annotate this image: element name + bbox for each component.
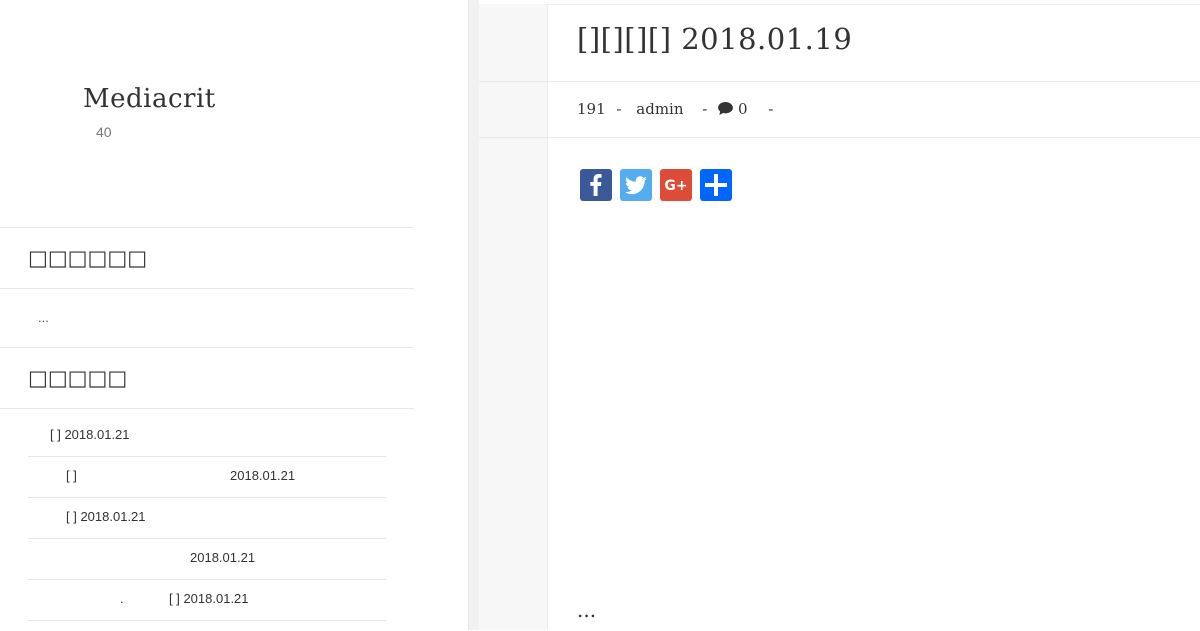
share-button[interactable]	[700, 169, 732, 201]
post-views: 191	[577, 100, 606, 118]
twitter-share-button[interactable]	[620, 169, 652, 201]
recent-post-link[interactable]: [ ] 2018.01.21	[66, 509, 146, 524]
widget-title-2: □□□□□	[28, 366, 128, 390]
sidebar: Mediacrit 40 □□□□□□ ... □□□□□ [ ] 2018.0…	[0, 0, 414, 630]
comment-count: 0	[737, 100, 748, 118]
recent-posts-list: [ ] 2018.01.21 [ ] 2018.01.21 [ ] 2018.0…	[28, 416, 386, 621]
list-item[interactable]: [ ] 2018.01.21	[28, 416, 386, 457]
google-plus-icon: G+	[664, 178, 687, 194]
divider	[479, 81, 1200, 82]
meta-separator: -	[768, 100, 774, 118]
column-gap	[469, 0, 479, 630]
recent-post-link[interactable]: .	[120, 591, 124, 606]
divider	[0, 347, 414, 348]
share-buttons: G+	[580, 169, 732, 201]
facebook-share-button[interactable]	[580, 169, 612, 201]
meta-separator: -	[616, 100, 622, 118]
list-item[interactable]: . [ ] 2018.01.21	[28, 580, 386, 621]
recent-post-link[interactable]: [ ] 2018.01.21	[50, 427, 130, 442]
comments-link[interactable]: 0	[718, 100, 758, 118]
post-meta: 191 - admin - 0 -	[577, 100, 779, 118]
site-title[interactable]: Mediacrit	[83, 84, 216, 114]
twitter-icon	[625, 176, 647, 195]
divider	[0, 408, 414, 409]
facebook-icon	[590, 174, 602, 196]
post-author[interactable]: admin	[636, 100, 683, 118]
recent-post-link[interactable]: [ ]	[66, 468, 77, 483]
divider	[0, 288, 414, 289]
comment-icon	[718, 102, 734, 115]
svg-text:G+: G+	[664, 178, 687, 194]
widget-1-ellipsis: ...	[38, 310, 49, 325]
divider	[479, 137, 1200, 138]
sidebar-gutter	[414, 0, 469, 630]
article-gutter	[479, 4, 548, 630]
plus-icon	[705, 174, 727, 196]
article	[479, 4, 1200, 631]
google-plus-share-button[interactable]: G+	[660, 169, 692, 201]
divider	[0, 227, 414, 228]
read-more-ellipsis: ...	[577, 598, 597, 622]
site-description: 40	[96, 124, 112, 140]
recent-post-date: [ ] 2018.01.21	[169, 591, 249, 606]
recent-post-link[interactable]: 2018.01.21	[190, 550, 255, 565]
list-item[interactable]: [ ] 2018.01.21	[28, 498, 386, 539]
list-item[interactable]: 2018.01.21	[28, 539, 386, 580]
list-item[interactable]: [ ] 2018.01.21	[28, 457, 386, 498]
meta-separator: -	[702, 100, 708, 118]
recent-post-date: 2018.01.21	[230, 468, 296, 483]
widget-title-1: □□□□□□	[28, 246, 148, 270]
post-title[interactable]: [][][][] 2018.01.19	[577, 22, 852, 56]
